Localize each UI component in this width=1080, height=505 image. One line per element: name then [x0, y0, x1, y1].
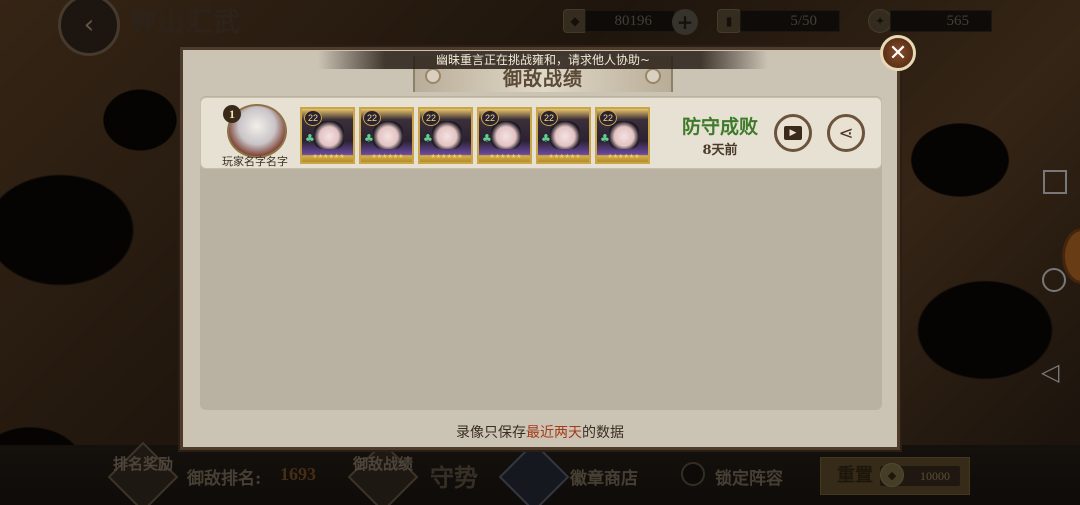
- element-icon: ♣: [482, 132, 492, 145]
- hero-stars: ★★★★★★: [430, 153, 463, 160]
- retention-note-suffix: 的数据: [582, 425, 624, 441]
- share-button[interactable]: ⋖: [827, 114, 865, 152]
- close-button[interactable]: ✕: [880, 35, 916, 71]
- hero-card[interactable]: 22 ♣ ★★★★★★: [477, 107, 532, 164]
- hero-card[interactable]: 22 ♣ ★★★★★★: [418, 107, 473, 164]
- element-icon: ♣: [541, 132, 551, 145]
- retention-note: 录像只保存最近两天的数据: [183, 422, 897, 442]
- element-icon: ♣: [600, 132, 610, 145]
- element-icon: ♣: [305, 132, 315, 145]
- hero-level: 22: [422, 110, 440, 126]
- battle-result: 防守成败: [681, 116, 758, 138]
- share-icon: ⋖: [838, 122, 854, 144]
- close-icon: ✕: [888, 40, 908, 66]
- battle-time: 8天前: [702, 143, 738, 158]
- hero-stars: ★★★★★★: [489, 153, 522, 160]
- retention-note-highlight: 最近两天: [526, 425, 582, 441]
- battle-record-dialog: 御敌战绩 幽昧重言正在挑战雍和，请求他人协助~ ✕ 1 玩家名字名字 22 ♣ …: [180, 35, 916, 450]
- hero-stars: ★★★★★★: [312, 153, 345, 160]
- help-request-banner[interactable]: 幽昧重言正在挑战雍和，请求他人协助~: [318, 51, 768, 69]
- player-rank-badge: 1: [223, 105, 241, 123]
- hero-stars: ★★★★★★: [607, 153, 640, 160]
- hero-card[interactable]: 22 ♣ ★★★★★★: [536, 107, 591, 164]
- hero-level: 22: [540, 110, 558, 126]
- player-name: 玩家名字名字: [222, 155, 288, 168]
- hero-card[interactable]: 22 ♣ ★★★★★★: [300, 107, 355, 164]
- hero-level: 22: [304, 110, 322, 126]
- hero-level: 22: [363, 110, 381, 126]
- hero-level: 22: [481, 110, 499, 126]
- hero-stars: ★★★★★★: [371, 153, 404, 160]
- hero-card[interactable]: 22 ♣ ★★★★★★: [595, 107, 650, 164]
- hero-level: 22: [599, 110, 617, 126]
- hero-stars: ★★★★★★: [548, 153, 581, 160]
- record-row: 1 玩家名字名字 22 ♣ ★★★★★★ 22 ♣ ★★★★★★ 22 ♣ ★★…: [200, 97, 882, 169]
- retention-note-prefix: 录像只保存: [456, 425, 526, 441]
- hero-card[interactable]: 22 ♣ ★★★★★★: [359, 107, 414, 164]
- element-icon: ♣: [364, 132, 374, 145]
- play-icon: ▶: [784, 126, 802, 140]
- replay-button[interactable]: ▶: [774, 114, 812, 152]
- ornament-icon: [645, 68, 661, 84]
- element-icon: ♣: [423, 132, 433, 145]
